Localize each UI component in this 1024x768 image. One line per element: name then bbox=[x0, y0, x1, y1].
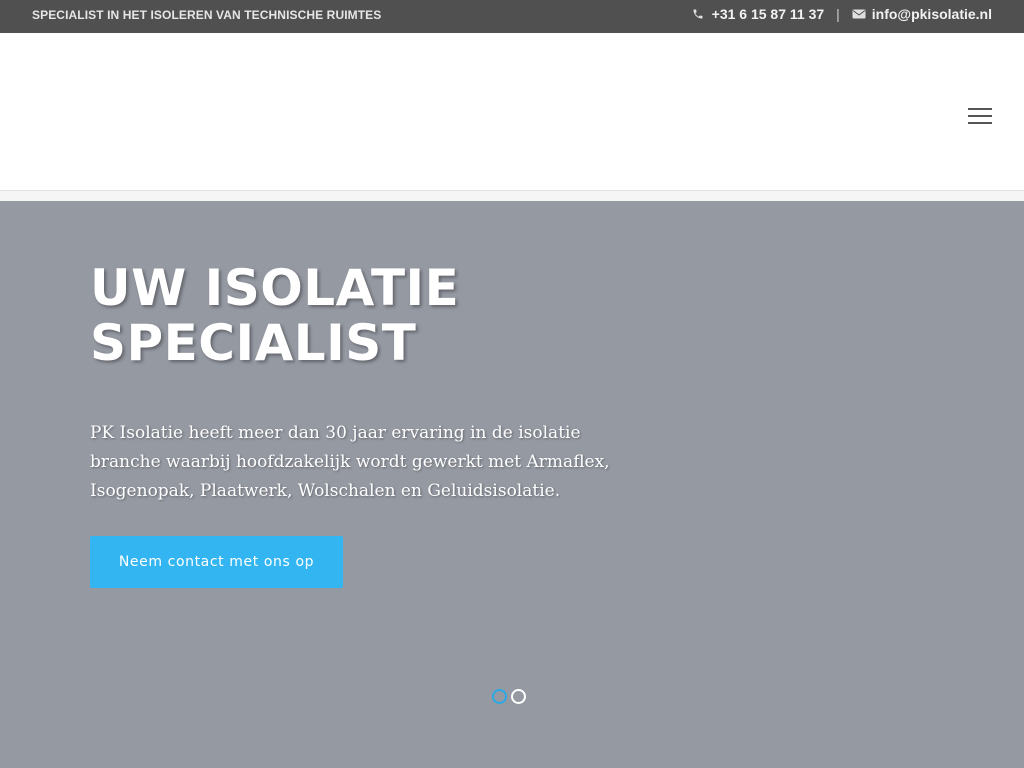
hero-title: UW ISOLATIE SPECIALIST bbox=[90, 261, 610, 371]
hero-description: PK Isolatie heeft meer dan 30 jaar ervar… bbox=[90, 423, 610, 501]
slider-dot-1[interactable] bbox=[492, 689, 507, 704]
hamburger-menu-icon[interactable] bbox=[968, 108, 992, 126]
tagline: SPECIALIST IN HET ISOLEREN VAN TECHNISCH… bbox=[32, 8, 382, 22]
email-link[interactable]: info@pkisolatie.nl bbox=[872, 6, 992, 22]
envelope-icon bbox=[852, 7, 866, 21]
phone-icon bbox=[692, 7, 706, 21]
site-header bbox=[0, 33, 1024, 191]
slider-dot-2[interactable] bbox=[511, 689, 526, 704]
contact-button[interactable]: Neem contact met ons op bbox=[90, 536, 343, 588]
contact-separator: | bbox=[836, 6, 840, 22]
top-bar: SPECIALIST IN HET ISOLEREN VAN TECHNISCH… bbox=[0, 0, 1024, 33]
contact-info: +31 6 15 87 11 37 | info@pkisolatie.nl bbox=[692, 6, 992, 22]
slider-pagination bbox=[492, 689, 526, 704]
menu-bar-line bbox=[968, 115, 992, 117]
hero-title-line: SPECIALIST bbox=[90, 314, 417, 372]
hero-slider: UW ISOLATIE SPECIALIST PK Isolatie heeft… bbox=[0, 201, 1024, 768]
menu-bar-line bbox=[968, 122, 992, 124]
phone-link[interactable]: +31 6 15 87 11 37 bbox=[712, 6, 825, 22]
header-divider bbox=[0, 191, 1024, 201]
menu-bar-line bbox=[968, 108, 992, 110]
hero-title-line: UW ISOLATIE bbox=[90, 259, 460, 317]
